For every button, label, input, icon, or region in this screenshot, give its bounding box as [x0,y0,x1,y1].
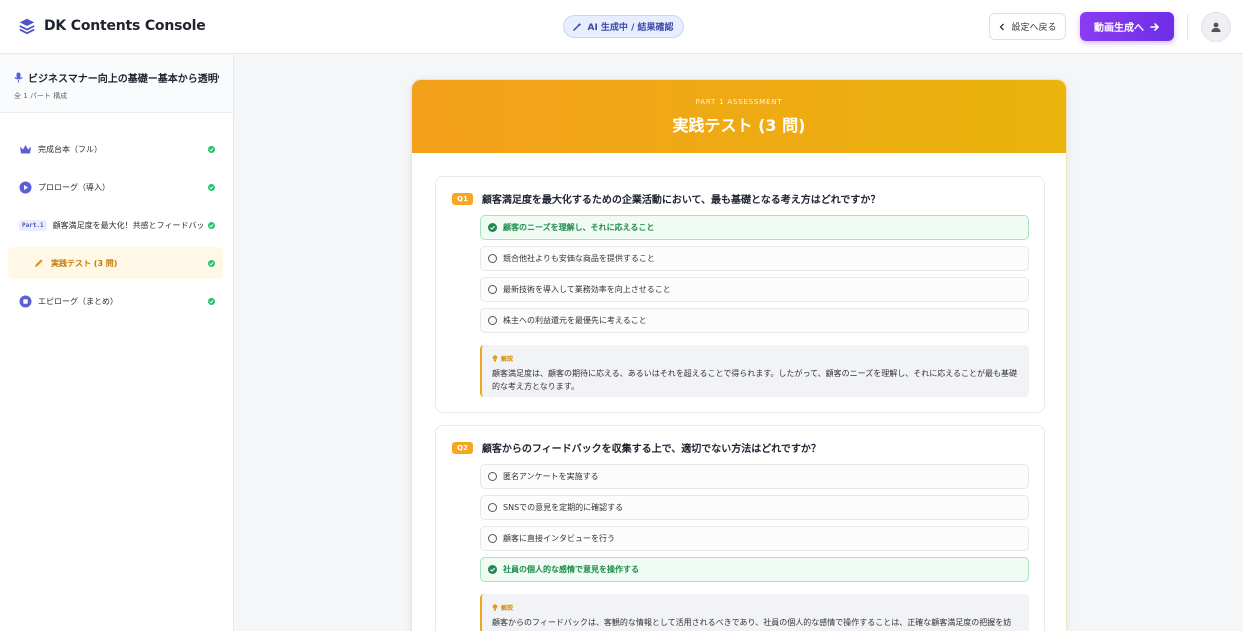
app-title: DK Contents Console [44,18,206,34]
answer-option[interactable]: 最新技術を導入して業務効率を向上させること [480,277,1029,302]
radio-circle-icon [488,534,497,543]
question-text: 顧客からのフィードバックを収集する上で、適切でない方法はどれですか？ [481,444,821,455]
sidebar-item-part-1[interactable]: Part.1 顧客満足度を最大化！共感とフィードバッ... [8,209,223,241]
question-heading: Q1 顧客満足度を最大化するための企業活動において、最も基礎となる考え方はどれで… [452,191,880,206]
check-circle-icon [488,223,497,232]
explanation-box: 解説 顧客からのフィードバックは、客観的な情報として活用されるべきであり、社員の… [480,594,1029,631]
option-text: 匿名アンケートを実施する [503,472,599,481]
crown-icon [20,144,31,153]
project-header: ビジネスマナー向上の基礎ー基本から透明性と 全 1 パート 構成 [0,55,233,113]
radio-circle-icon [488,472,497,481]
option-text: 社員の個人的な感情で意見を操作する [503,565,639,574]
option-text: 顧客のニーズを理解し、それに応えること [503,223,655,232]
back-to-settings-button[interactable]: 設定へ戻る [989,13,1066,40]
assessment-card: PART 1 ASSESSMENT 実践テスト (3 問) Q1 顧客満足度を最… [411,79,1067,631]
sidebar-nav: 完成台本（フル） プロローグ（導入） Part.1 顧客満足度を最大化！共感とフ… [0,113,233,317]
sidebar-item-label: 実践テスト (3 問) [51,258,118,268]
radio-circle-icon [488,285,497,294]
assessment-kicker: PART 1 ASSESSMENT [695,98,783,106]
back-button-label: 設定へ戻る [1011,23,1057,33]
assessment-header: PART 1 ASSESSMENT 実践テスト (3 問) [412,80,1066,153]
option-text: SNSでの意見を定期的に確認する [503,503,624,512]
sidebar-item-label: 完成台本（フル） [38,144,102,154]
pencil-icon [34,259,43,267]
play-circle-icon [19,181,32,193]
generate-video-button[interactable]: 動画生成へ [1080,12,1174,41]
sidebar-item-practice-test[interactable]: 実践テスト (3 問) [8,247,223,279]
explanation-text: 顧客満足度は、顧客の期待に応える、あるいはそれを超えることで得られます。したがっ… [492,369,1018,391]
explanation-text: 顧客からのフィードバックは、客観的な情報として活用されるべきであり、社員の個人的… [492,618,1012,627]
sidebar-item-full-script[interactable]: 完成台本（フル） [8,133,223,165]
answer-option[interactable]: 匿名アンケートを実施する [480,464,1029,489]
status-text: AI 生成中 / 結果確認 [587,23,674,33]
question-block: Q2 顧客からのフィードバックを収集する上で、適切でない方法はどれですか？ 匿名… [435,425,1045,631]
next-button-label: 動画生成へ [1094,23,1144,34]
assessment-title: 実践テスト (3 問) [672,116,806,135]
check-icon [208,146,215,153]
microphone-icon [14,72,23,83]
option-text: 競合他社よりも安価な商品を提供すること [503,254,655,263]
lightbulb-icon [492,604,498,611]
question-number: Q1 [452,192,473,205]
radio-circle-icon [488,503,497,512]
answer-option[interactable]: 株主への利益還元を最優先に考えること [480,308,1029,333]
option-text: 顧客に直接インタビューを行う [503,534,615,543]
radio-circle-icon [488,254,497,263]
explanation-box: 解説 顧客満足度は、顧客の期待に応える、あるいはそれを超えることで得られます。し… [480,345,1029,397]
brand[interactable]: DK Contents Console [18,17,206,35]
answer-option[interactable]: SNSでの意見を定期的に確認する [480,495,1029,520]
check-icon [208,260,215,267]
check-icon [208,184,215,191]
check-icon [208,222,215,229]
answer-option[interactable]: 競合他社よりも安価な商品を提供すること [480,246,1029,271]
project-subtitle: 全 1 パート 構成 [14,92,68,100]
option-text: 株主への利益還元を最優先に考えること [503,316,647,325]
explanation-label: 解説 [492,603,1019,612]
top-bar: DK Contents Console AI 生成中 / 結果確認 設定へ戻る … [0,0,1243,54]
question-text: 顧客満足度を最大化するための企業活動において、最も基礎となる考え方はどれですか？ [481,195,881,206]
sidebar: ビジネスマナー向上の基礎ー基本から透明性と 全 1 パート 構成 完成台本（フル… [0,55,234,631]
sidebar-item-label: エピローグ（まとめ） [38,296,118,306]
status-badge: AI 生成中 / 結果確認 [563,15,684,38]
question-block: Q1 顧客満足度を最大化するための企業活動において、最も基礎となる考え方はどれで… [435,176,1045,413]
answer-option[interactable]: 顧客に直接インタビューを行う [480,526,1029,551]
answer-option[interactable]: 顧客のニーズを理解し、それに応えること [480,215,1029,240]
question-number: Q2 [452,441,473,454]
layers-icon [19,18,35,35]
header-divider [1187,14,1188,40]
sidebar-item-label: 顧客満足度を最大化！共感とフィードバッ... [52,220,203,230]
explanation-label: 解説 [492,354,1019,363]
user-avatar-button[interactable] [1201,12,1231,42]
arrow-right-icon [1150,22,1159,31]
magic-wand-icon [573,22,583,31]
chevron-left-icon [1000,23,1005,30]
sidebar-item-prologue[interactable]: プロローグ（導入） [8,171,223,203]
sidebar-item-epilogue[interactable]: エピローグ（まとめ） [8,285,223,317]
option-text: 最新技術を導入して業務効率を向上させること [503,285,671,294]
check-icon [208,298,215,305]
part-badge: Part.1 [19,219,47,231]
project-title: ビジネスマナー向上の基礎ー基本から透明性と [14,70,219,85]
sidebar-item-label: プロローグ（導入） [38,182,110,192]
answer-option[interactable]: 社員の個人的な感情で意見を操作する [480,557,1029,582]
question-heading: Q2 顧客からのフィードバックを収集する上で、適切でない方法はどれですか？ [452,440,821,455]
user-icon [1211,22,1221,32]
stop-circle-icon [19,295,32,307]
radio-circle-icon [488,316,497,325]
lightbulb-icon [492,355,498,362]
check-circle-icon [488,565,497,574]
